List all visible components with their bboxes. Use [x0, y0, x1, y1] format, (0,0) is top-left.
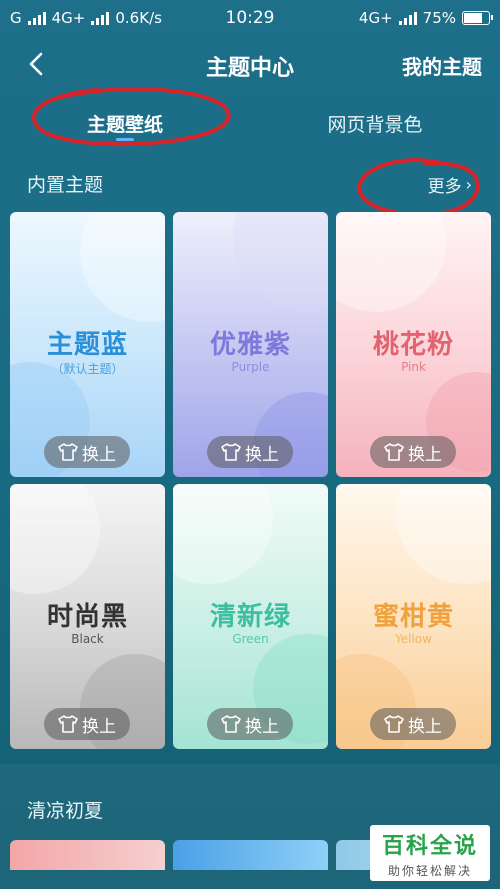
theme-card-yellow[interactable]: 蜜柑黄 Yellow 换上 [336, 484, 491, 749]
theme-card-purple[interactable]: 优雅紫 Purple 换上 [173, 212, 328, 477]
theme-card-blue[interactable]: 主题蓝 （默认主题） 换上 [10, 212, 165, 477]
theme-name: 桃花粉 [372, 330, 454, 360]
apply-button[interactable]: 换上 [207, 436, 293, 468]
watermark-title: 百科全说 [381, 833, 478, 859]
chevron-left-icon [29, 52, 43, 76]
apply-label: 换上 [245, 716, 279, 737]
apply-button[interactable]: 换上 [370, 436, 456, 468]
apply-button[interactable]: 换上 [44, 708, 130, 740]
battery-label: 75% [422, 9, 456, 27]
chevron-right-icon: › [465, 175, 472, 194]
tab-indicator [116, 138, 134, 141]
theme-subtitle: Yellow [395, 632, 432, 646]
network-right-label: 4G+ [358, 9, 393, 27]
apply-button[interactable]: 换上 [44, 436, 130, 468]
apply-label: 换上 [82, 716, 116, 737]
theme-card-green[interactable]: 清新绿 Green 换上 [173, 484, 328, 749]
tab-web-background[interactable]: 网页背景色 [250, 96, 500, 150]
shirt-icon [384, 443, 404, 461]
theme-subtitle: Black [71, 632, 104, 646]
more-button[interactable]: 更多 › [428, 172, 472, 197]
status-right: 4G+ 75% [358, 9, 493, 27]
shirt-icon [384, 715, 404, 733]
theme-subtitle: Pink [401, 360, 426, 374]
section-title: 清凉初夏 [27, 800, 104, 822]
theme-name: 清新绿 [209, 602, 291, 632]
shirt-icon [58, 443, 78, 461]
apply-button[interactable]: 换上 [207, 708, 293, 740]
theme-card-black[interactable]: 时尚黑 Black 换上 [10, 484, 165, 749]
theme-subtitle: Purple [231, 360, 270, 374]
theme-thumbnail[interactable] [173, 840, 328, 870]
apply-label: 换上 [408, 716, 442, 737]
back-button[interactable] [18, 46, 54, 82]
status-left: G 4G+ 0.6K/s [10, 9, 162, 27]
more-label: 更多 [427, 177, 462, 197]
tab-theme-wallpaper[interactable]: 主题壁纸 [0, 96, 250, 150]
apply-label: 换上 [408, 444, 442, 465]
section-title: 内置主题 [27, 174, 104, 196]
shirt-icon [221, 715, 241, 733]
status-bar: G 4G+ 0.6K/s 10:29 4G+ 75% [0, 0, 500, 36]
signal-icon-3 [398, 11, 417, 25]
signal-icon-2 [91, 11, 110, 25]
theme-thumbnail[interactable] [10, 840, 165, 870]
tab-bar: 主题壁纸 网页背景色 [0, 96, 500, 150]
my-themes-button[interactable]: 我的主题 [402, 51, 482, 80]
signal-icon [27, 11, 46, 25]
theme-name: 主题蓝 [46, 330, 128, 360]
network-label: 4G+ [51, 9, 86, 27]
apply-label: 换上 [245, 444, 279, 465]
apply-button[interactable]: 换上 [370, 708, 456, 740]
tab-label: 网页背景色 [327, 114, 423, 136]
shirt-icon [58, 715, 78, 733]
theme-subtitle: （默认主题） [51, 362, 124, 376]
theme-subtitle: Green [232, 632, 269, 646]
speed-label: 0.6K/s [115, 9, 162, 27]
watermark-subtitle: 助你轻松解决 [387, 863, 472, 878]
builtin-themes-header: 内置主题 更多 › [0, 160, 500, 204]
theme-name: 优雅紫 [209, 330, 291, 360]
tab-label: 主题壁纸 [86, 114, 163, 136]
carrier-label: G [10, 9, 22, 27]
apply-label: 换上 [82, 444, 116, 465]
shirt-icon [221, 443, 241, 461]
nav-bar: 主题中心 我的主题 [0, 36, 500, 96]
theme-name: 时尚黑 [46, 602, 128, 632]
theme-card-pink[interactable]: 桃花粉 Pink 换上 [336, 212, 491, 477]
theme-name: 蜜柑黄 [372, 602, 454, 632]
battery-icon [462, 11, 493, 25]
watermark-logo: 百科全说 助你轻松解决 [370, 825, 490, 881]
